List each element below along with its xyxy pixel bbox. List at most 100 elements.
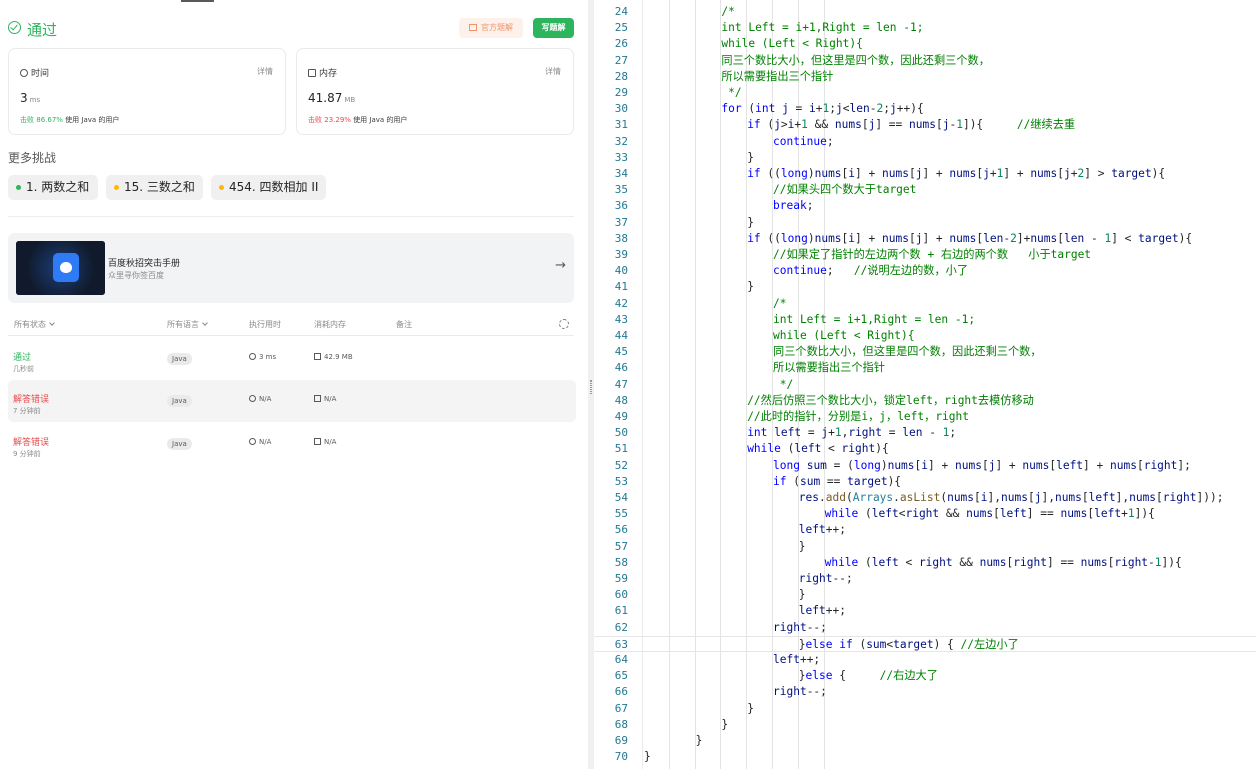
write-solution-button[interactable]: 写题解 xyxy=(533,18,574,38)
code-line[interactable]: 56 left++; xyxy=(594,522,1256,538)
line-number: 45 xyxy=(614,345,628,359)
line-number: 59 xyxy=(614,572,628,585)
code-line[interactable]: 57} xyxy=(594,539,1256,555)
code-line[interactable]: 32 continue; xyxy=(594,134,1256,150)
code-line[interactable]: 48 //然后仿照三个数比大小，锁定left，right去模仿移动 xyxy=(594,393,1256,409)
code-line[interactable]: 37} xyxy=(594,215,1256,231)
code-text: right--; xyxy=(773,620,827,634)
code-line[interactable]: 52 long sum = (long)nums[i] + nums[j] + n… xyxy=(594,458,1256,474)
runtime-detail-link[interactable]: 详情 xyxy=(257,66,273,77)
code-line[interactable]: 36 break; xyxy=(594,198,1256,214)
code-line[interactable]: 38 if ((long)nums[i] + nums[j] + nums[len… xyxy=(594,231,1256,247)
code-text: } xyxy=(747,280,754,294)
memory-cell-value: N/A xyxy=(324,438,337,446)
code-line[interactable]: 60} xyxy=(594,587,1256,603)
language-filter-label: 所有语言 xyxy=(167,320,199,329)
code-editor[interactable]: 24 /* 25 int Left = i+1,Right = len -1; 26 wh… xyxy=(594,0,1256,769)
code-line[interactable]: 54 res.add(Arrays.asList(nums[i],nums[j],… xyxy=(594,490,1256,506)
runtime-title-label: 时间 xyxy=(31,69,50,79)
code-line[interactable]: 28 所以需要指出三个指针 xyxy=(594,69,1256,85)
difficulty-dot-icon xyxy=(114,185,119,190)
code-line[interactable]: 67} xyxy=(594,701,1256,717)
code-line[interactable]: 70} xyxy=(594,749,1256,765)
code-text: } xyxy=(798,539,806,553)
official-solution-button[interactable]: 官方题解 xyxy=(459,18,523,38)
line-number: 27 xyxy=(614,53,628,67)
code-line[interactable]: 64 left++; xyxy=(594,652,1256,668)
code-line[interactable]: 69} xyxy=(594,733,1256,749)
runtime-cell: N/A xyxy=(249,438,271,446)
code-line[interactable]: 39 //如果定了指针的左边两个数 + 右边的两个数 小于target xyxy=(594,247,1256,263)
code-line[interactable]: 35 //如果头四个数大于target xyxy=(594,182,1256,198)
code-line[interactable]: 31 if (j>i+1 && nums[j] == nums[j-1]){ //… xyxy=(594,117,1256,133)
code-line[interactable]: 43 int Left = i+1,Right = len -1; xyxy=(594,312,1256,328)
submission-status[interactable]: 解答错误 xyxy=(13,435,49,448)
runtime-card[interactable]: 时间 详情 3 ms 击败 86.67% 使用 Java 的用户 xyxy=(8,48,286,135)
submission-status[interactable]: 通过 xyxy=(13,350,31,363)
code-line[interactable]: 62 right--; xyxy=(594,620,1256,636)
banner-image xyxy=(16,241,105,295)
code-line[interactable]: 30 for (int j = i+1;j<len-2;j++){ xyxy=(594,101,1256,117)
code-text: while (left < right && nums[right] == nu… xyxy=(824,555,1182,569)
code-line[interactable]: 53 if (sum == target){ xyxy=(594,474,1256,490)
line-number: 32 xyxy=(614,134,628,148)
memory-beats-pct: 23.29% xyxy=(324,116,351,124)
code-line[interactable]: 63}else if (sum<target) { //左边小了 xyxy=(594,635,1256,652)
promo-banner[interactable]: 百度秋招突击手册 众里寻你签百度 → xyxy=(8,233,574,303)
line-number: 57 xyxy=(614,539,628,553)
code-line[interactable]: 24 /* xyxy=(594,4,1256,20)
code-line[interactable]: 51 while (left < right){ xyxy=(594,441,1256,457)
code-line[interactable]: 46 所以需要指出三个指针 xyxy=(594,360,1256,376)
code-line[interactable]: 49 //此时的指针，分别是i，j，left，right xyxy=(594,409,1256,425)
banner-subtitle: 众里寻你签百度 xyxy=(108,271,164,280)
code-line[interactable]: 58 while (left < right && nums[right] == … xyxy=(594,555,1256,571)
code-text: while (left<right && nums[left] == nums[… xyxy=(824,507,1155,521)
submissions-header: 所有状态 所有语言 执行用时 消耗内存 备注 xyxy=(8,316,574,336)
runtime-beats: 击败 86.67% 使用 Java 的用户 xyxy=(20,115,119,125)
code-text: } xyxy=(747,215,754,229)
submission-row[interactable]: 解答错误 9 分钟前 Java N/A N/A xyxy=(8,423,576,465)
code-line[interactable]: 41} xyxy=(594,279,1256,295)
code-text: while (Left < Right){ xyxy=(721,37,863,51)
code-line[interactable]: 47 */ xyxy=(594,377,1256,393)
code-line[interactable]: 50 int left = j+1,right = len - 1; xyxy=(594,425,1256,441)
code-line[interactable]: 29 */ xyxy=(594,85,1256,101)
code-line[interactable]: 65}else { //右边大了 xyxy=(594,668,1256,684)
code-line[interactable]: 42 /* xyxy=(594,296,1256,312)
chip-icon xyxy=(314,395,321,402)
gear-icon[interactable] xyxy=(559,319,569,329)
runtime-cell: N/A xyxy=(249,395,271,403)
code-line[interactable]: 34 if ((long)nums[i] + nums[j] + nums[j+1… xyxy=(594,166,1256,182)
code-line[interactable]: 61 left++; xyxy=(594,603,1256,619)
status-filter[interactable]: 所有状态 xyxy=(14,319,55,330)
code-line[interactable]: 33} xyxy=(594,150,1256,166)
code-line[interactable]: 40 continue; //说明左边的数，小了 xyxy=(594,263,1256,279)
code-line[interactable]: 27 同三个数比大小，但这里是四个数，因此还剩三个数， xyxy=(594,53,1256,69)
code-line[interactable]: 45 同三个数比大小，但这里是四个数，因此还剩三个数， xyxy=(594,344,1256,360)
code-line[interactable]: 59 right--; xyxy=(594,571,1256,587)
runtime-cell-value: 3 ms xyxy=(259,353,277,361)
submission-status[interactable]: 解答错误 xyxy=(13,392,49,405)
memory-column-header: 消耗内存 xyxy=(314,320,346,329)
code-line[interactable]: 55 while (left<right && nums[left] == num… xyxy=(594,506,1256,522)
language-filter[interactable]: 所有语言 xyxy=(167,319,208,330)
submission-row[interactable]: 通过 几秒前 Java 3 ms 42.9 MB xyxy=(8,338,576,380)
code-text: left++; xyxy=(798,523,846,537)
code-line[interactable]: 66 right--; xyxy=(594,684,1256,700)
challenge-tag[interactable]: 454. 四数相加 II xyxy=(211,175,326,200)
code-text: //如果定了指针的左边两个数 + 右边的两个数 小于target xyxy=(773,248,1092,261)
code-text: while (left < right){ xyxy=(747,442,889,456)
line-number: 65 xyxy=(614,669,628,683)
code-line[interactable]: 25 int Left = i+1,Right = len -1; xyxy=(594,20,1256,36)
line-number: 28 xyxy=(614,69,628,83)
memory-detail-link[interactable]: 详情 xyxy=(545,66,561,77)
code-line[interactable]: 44 while (Left < Right){ xyxy=(594,328,1256,344)
memory-card[interactable]: 内存 详情 41.87 MB 击败 23.29% 使用 Java 的用户 xyxy=(296,48,574,135)
code-line[interactable]: 68} xyxy=(594,717,1256,733)
code-line[interactable]: 26 while (Left < Right){ xyxy=(594,36,1256,52)
challenge-tag[interactable]: 1. 两数之和 xyxy=(8,175,98,200)
challenge-tag[interactable]: 15. 三数之和 xyxy=(106,175,203,200)
submission-row[interactable]: 解答错误 7 分钟前 Java N/A N/A xyxy=(8,380,576,422)
runtime-unit: ms xyxy=(29,96,41,104)
code-text: }else if (sum<target) { //左边小了 xyxy=(798,637,1019,651)
